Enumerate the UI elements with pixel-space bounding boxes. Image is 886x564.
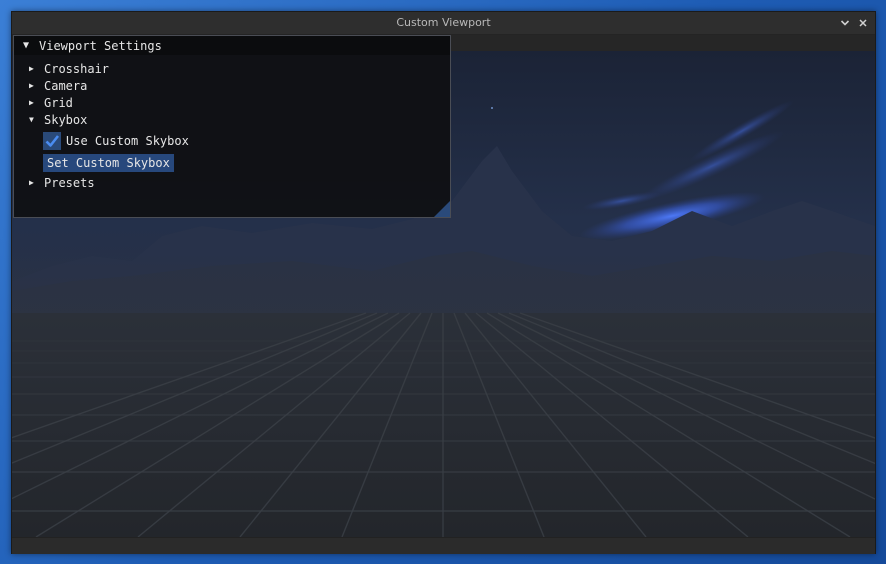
- desktop-background: Custom Viewport ▼ Viewport Settings ▶ Cr…: [0, 0, 886, 564]
- tree-item-grid[interactable]: ▶ Grid: [14, 95, 73, 111]
- tree-item-label: Crosshair: [44, 62, 110, 76]
- window-title: Custom Viewport: [396, 16, 491, 29]
- triangle-right-icon: ▶: [29, 81, 34, 90]
- app-window: Custom Viewport ▼ Viewport Settings ▶ Cr…: [11, 11, 876, 554]
- status-bar: [12, 537, 875, 554]
- use-custom-skybox-checkbox-row[interactable]: Use Custom Skybox: [43, 132, 189, 150]
- chevron-down-icon: [840, 20, 850, 26]
- title-bar[interactable]: Custom Viewport: [12, 12, 875, 35]
- tree-item-crosshair[interactable]: ▶ Crosshair: [14, 61, 109, 77]
- triangle-down-icon: ▼: [23, 39, 30, 51]
- panel-header[interactable]: ▼ Viewport Settings: [14, 36, 450, 55]
- tree-item-label: Presets: [44, 176, 95, 190]
- use-custom-skybox-label: Use Custom Skybox: [66, 134, 189, 148]
- triangle-right-icon: ▶: [29, 178, 34, 187]
- tree-item-label: Camera: [44, 79, 88, 93]
- panel-title: Viewport Settings: [39, 38, 162, 53]
- viewport-settings-panel: ▼ Viewport Settings ▶ Crosshair ▶ Camera…: [13, 35, 451, 218]
- tree-item-skybox[interactable]: ▼ Skybox: [14, 112, 87, 128]
- tree-item-presets[interactable]: ▶ Presets: [14, 175, 95, 191]
- triangle-right-icon: ▶: [29, 64, 34, 73]
- triangle-down-icon: ▼: [29, 115, 34, 124]
- checkmark-icon: [45, 135, 60, 147]
- close-icon: [859, 19, 867, 27]
- use-custom-skybox-checkbox[interactable]: [43, 132, 61, 150]
- close-button[interactable]: [855, 15, 871, 31]
- minimize-button[interactable]: [837, 15, 853, 31]
- tree-item-camera[interactable]: ▶ Camera: [14, 78, 87, 94]
- set-custom-skybox-button[interactable]: Set Custom Skybox: [43, 154, 174, 172]
- tree-item-label: Skybox: [44, 113, 88, 127]
- triangle-right-icon: ▶: [29, 98, 34, 107]
- tree-item-label: Grid: [44, 96, 73, 110]
- panel-resize-grip[interactable]: [434, 201, 450, 217]
